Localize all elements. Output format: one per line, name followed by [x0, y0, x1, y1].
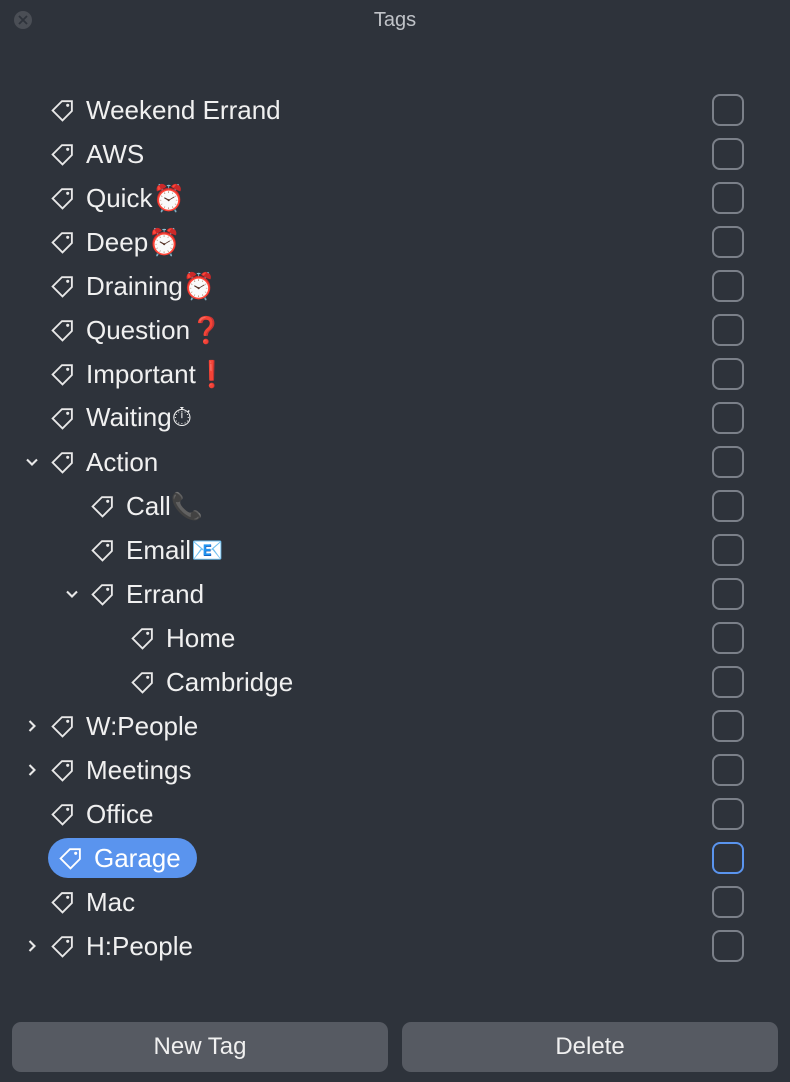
tag-label: Garage — [94, 843, 181, 874]
disclosure-right-icon[interactable] — [16, 936, 48, 956]
close-icon — [18, 15, 28, 25]
tag-row[interactable]: Deep⏰ — [8, 220, 744, 264]
tag-label: H:People — [86, 931, 193, 962]
tag-label: Cambridge — [166, 667, 293, 698]
tag-icon — [48, 404, 76, 432]
tag-icon — [48, 932, 76, 960]
close-button[interactable] — [14, 11, 32, 29]
tag-icon — [48, 756, 76, 784]
tag-row[interactable]: AWS — [8, 132, 744, 176]
tag-checkbox[interactable] — [712, 798, 744, 830]
tag-row[interactable]: Mac — [8, 880, 744, 924]
tag-checkbox[interactable] — [712, 270, 744, 302]
tag-label: Action — [86, 447, 158, 478]
tag-row[interactable]: Quick⏰ — [8, 176, 744, 220]
tag-icon — [128, 668, 156, 696]
tag-checkbox[interactable] — [712, 94, 744, 126]
tag-label: Office — [86, 799, 153, 830]
tag-label: Call📞 — [126, 491, 203, 522]
delete-button[interactable]: Delete — [402, 1022, 778, 1072]
tag-label: Waiting⏱ — [86, 402, 192, 434]
disclosure-right-icon[interactable] — [16, 760, 48, 780]
tag-icon — [48, 360, 76, 388]
tag-label: AWS — [86, 139, 144, 170]
tag-checkbox[interactable] — [712, 622, 744, 654]
footer: New Tag Delete — [12, 1022, 778, 1072]
tag-label: Errand — [126, 579, 204, 610]
tag-row[interactable]: Question❓ — [8, 308, 744, 352]
tag-checkbox[interactable] — [712, 446, 744, 478]
tag-row[interactable]: Errand — [8, 572, 744, 616]
tag-checkbox[interactable] — [712, 930, 744, 962]
tag-row[interactable]: Waiting⏱ — [8, 396, 744, 440]
tag-checkbox[interactable] — [712, 358, 744, 390]
tag-row[interactable]: Office — [8, 792, 744, 836]
tag-checkbox[interactable] — [712, 666, 744, 698]
tag-row[interactable]: Meetings — [8, 748, 744, 792]
disclosure-down-icon[interactable] — [56, 584, 88, 604]
tag-label: Draining⏰ — [86, 271, 215, 302]
tag-icon — [48, 800, 76, 828]
tag-icon — [48, 448, 76, 476]
tag-checkbox[interactable] — [712, 226, 744, 258]
tag-row[interactable]: Call📞 — [8, 484, 744, 528]
tag-icon — [48, 228, 76, 256]
tag-icon — [48, 888, 76, 916]
tag-row[interactable]: Draining⏰ — [8, 264, 744, 308]
tag-icon — [88, 492, 116, 520]
titlebar: Tags — [0, 0, 790, 40]
tag-row[interactable]: Important❗ — [8, 352, 744, 396]
tag-label: Weekend Errand — [86, 95, 281, 126]
tag-row[interactable]: Email📧 — [8, 528, 744, 572]
tag-label: Mac — [86, 887, 135, 918]
tag-icon — [128, 624, 156, 652]
new-tag-button[interactable]: New Tag — [12, 1022, 388, 1072]
tag-checkbox[interactable] — [712, 534, 744, 566]
window-title: Tags — [374, 9, 416, 32]
tag-checkbox[interactable] — [712, 402, 744, 434]
tag-label: Email📧 — [126, 535, 223, 566]
tag-icon — [48, 272, 76, 300]
tag-icon — [48, 712, 76, 740]
tag-checkbox[interactable] — [712, 490, 744, 522]
tag-label: Important❗ — [86, 359, 228, 390]
tag-list: Weekend Errand AWS Quick⏰ Deep⏰ Draining⏰ Que… — [0, 40, 790, 968]
tag-checkbox[interactable] — [712, 182, 744, 214]
tag-checkbox[interactable] — [712, 842, 744, 874]
tag-checkbox[interactable] — [712, 314, 744, 346]
tag-row[interactable]: Cambridge — [8, 660, 744, 704]
tag-row[interactable]: Garage — [8, 836, 744, 880]
tag-label: Meetings — [86, 755, 192, 786]
disclosure-down-icon[interactable] — [16, 452, 48, 472]
selected-tag-pill[interactable]: Garage — [48, 838, 197, 878]
tag-checkbox[interactable] — [712, 754, 744, 786]
tag-label: Deep⏰ — [86, 227, 181, 258]
tag-row[interactable]: H:People — [8, 924, 744, 968]
tag-label: Home — [166, 623, 235, 654]
tag-icon — [88, 580, 116, 608]
tag-icon — [56, 844, 84, 872]
tag-icon — [48, 140, 76, 168]
tag-label: Question❓ — [86, 315, 222, 346]
disclosure-right-icon[interactable] — [16, 716, 48, 736]
tag-label: W:People — [86, 711, 198, 742]
tag-icon — [48, 96, 76, 124]
tag-checkbox[interactable] — [712, 886, 744, 918]
tag-checkbox[interactable] — [712, 710, 744, 742]
tag-row[interactable]: Home — [8, 616, 744, 660]
tag-icon — [48, 316, 76, 344]
tag-icon — [88, 536, 116, 564]
tag-row[interactable]: Weekend Errand — [8, 88, 744, 132]
tag-row[interactable]: W:People — [8, 704, 744, 748]
tag-checkbox[interactable] — [712, 138, 744, 170]
tag-row[interactable]: Action — [8, 440, 744, 484]
tag-checkbox[interactable] — [712, 578, 744, 610]
tag-label: Quick⏰ — [86, 183, 185, 214]
tag-icon — [48, 184, 76, 212]
